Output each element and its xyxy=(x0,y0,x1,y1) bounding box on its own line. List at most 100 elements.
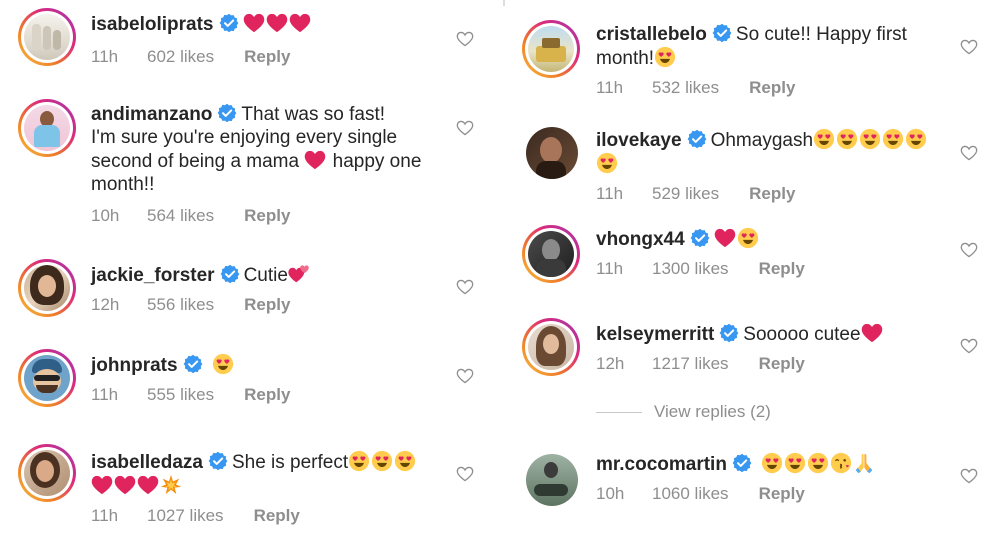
divider-line xyxy=(596,412,642,414)
like-count[interactable]: 602 likes xyxy=(147,47,214,67)
comment-text: So cute!! Happy first xyxy=(735,24,907,45)
verified-badge-icon xyxy=(712,23,732,43)
username[interactable]: vhongx44 xyxy=(596,229,685,250)
verified-badge-icon xyxy=(183,354,203,374)
heart-eyes-emoji-icon xyxy=(761,452,783,474)
like-heart-icon[interactable] xyxy=(960,468,978,484)
red-heart-icon xyxy=(114,474,136,496)
verified-badge-icon xyxy=(217,103,237,123)
comment-time: 11h xyxy=(596,78,624,97)
red-heart-icon xyxy=(91,474,113,496)
reply-button[interactable]: Reply xyxy=(759,354,805,374)
heart-eyes-emoji-icon xyxy=(212,353,234,375)
red-heart-icon xyxy=(714,227,736,249)
verified-badge-icon xyxy=(219,13,239,33)
avatar[interactable] xyxy=(522,20,580,78)
heart-eyes-emoji-icon xyxy=(859,128,881,150)
like-count[interactable]: 532 likes xyxy=(652,78,719,98)
username[interactable]: ilovekaye xyxy=(596,130,682,151)
verified-badge-icon xyxy=(732,453,752,473)
like-heart-icon[interactable] xyxy=(456,120,474,136)
comment-time: 11h xyxy=(91,506,119,525)
pray-hands-icon xyxy=(853,452,875,474)
comment-time: 12h xyxy=(596,354,625,373)
comment-text: She is perfect xyxy=(231,452,349,473)
like-heart-icon[interactable] xyxy=(960,338,978,354)
avatar[interactable] xyxy=(18,8,76,66)
like-heart-icon[interactable] xyxy=(456,466,474,482)
two-hearts-icon xyxy=(288,263,310,285)
like-count[interactable]: 556 likes xyxy=(147,295,214,315)
like-heart-icon[interactable] xyxy=(960,145,978,161)
kiss-emoji-icon xyxy=(830,452,852,474)
comment-time: 11h xyxy=(91,385,119,404)
username[interactable]: jackie_forster xyxy=(91,265,215,286)
like-count[interactable]: 564 likes xyxy=(147,206,214,226)
comment-time: 10h xyxy=(91,206,120,225)
username[interactable]: mr.cocomartin xyxy=(596,454,727,475)
username[interactable]: johnprats xyxy=(91,355,178,376)
like-count[interactable]: 1217 likes xyxy=(652,354,729,374)
red-heart-icon xyxy=(137,474,159,496)
reply-button[interactable]: Reply xyxy=(244,385,290,405)
username[interactable]: kelseymerritt xyxy=(596,324,714,345)
red-heart-icon xyxy=(289,12,311,34)
avatar[interactable] xyxy=(18,444,76,502)
red-heart-icon xyxy=(304,149,326,171)
like-count[interactable]: 1027 likes xyxy=(147,506,224,526)
avatar[interactable] xyxy=(526,127,578,179)
comment-time: 11h xyxy=(596,259,624,278)
reply-button[interactable]: Reply xyxy=(759,484,805,504)
heart-eyes-emoji-icon xyxy=(348,450,370,472)
comment-time: 11h xyxy=(91,47,119,66)
comment-time: 12h xyxy=(91,295,120,314)
column-divider xyxy=(503,0,505,6)
reply-button[interactable]: Reply xyxy=(244,47,290,67)
comment-text: Ohmaygash xyxy=(710,130,814,151)
like-heart-icon[interactable] xyxy=(456,279,474,295)
reply-button[interactable]: Reply xyxy=(244,206,290,226)
like-heart-icon[interactable] xyxy=(456,368,474,384)
comment-text: month!! xyxy=(91,174,155,195)
reply-button[interactable]: Reply xyxy=(244,295,290,315)
username[interactable]: cristallebelo xyxy=(596,24,707,45)
verified-badge-icon xyxy=(719,323,739,343)
avatar[interactable] xyxy=(18,259,76,317)
like-heart-icon[interactable] xyxy=(960,39,978,55)
like-heart-icon[interactable] xyxy=(960,242,978,258)
comment-time: 11h xyxy=(596,184,624,203)
verified-badge-icon xyxy=(220,264,240,284)
like-count[interactable]: 1300 likes xyxy=(652,259,729,279)
reply-button[interactable]: Reply xyxy=(749,184,795,204)
heart-eyes-emoji-icon xyxy=(654,46,676,68)
heart-eyes-emoji-icon xyxy=(394,450,416,472)
username[interactable]: andimanzano xyxy=(91,104,212,125)
heart-eyes-emoji-icon xyxy=(882,128,904,150)
username[interactable]: isabelledaza xyxy=(91,452,203,473)
username[interactable]: isabeloliprats xyxy=(91,14,214,35)
red-heart-icon xyxy=(243,12,265,34)
heart-eyes-emoji-icon xyxy=(807,452,829,474)
avatar[interactable] xyxy=(18,349,76,407)
heart-eyes-emoji-icon xyxy=(371,450,393,472)
like-heart-icon[interactable] xyxy=(456,31,474,47)
reply-button[interactable]: Reply xyxy=(254,506,300,526)
reply-button[interactable]: Reply xyxy=(759,259,805,279)
avatar[interactable] xyxy=(526,454,578,506)
like-count[interactable]: 555 likes xyxy=(147,385,214,405)
avatar[interactable] xyxy=(18,99,76,157)
comment-text: Sooooo cutee xyxy=(743,324,861,345)
heart-eyes-emoji-icon xyxy=(596,152,618,174)
verified-badge-icon xyxy=(690,228,710,248)
reply-button[interactable]: Reply xyxy=(749,78,795,98)
avatar[interactable] xyxy=(522,225,580,283)
heart-eyes-emoji-icon xyxy=(813,128,835,150)
heart-eyes-emoji-icon xyxy=(836,128,858,150)
view-replies-button[interactable]: View replies (2) xyxy=(596,402,771,422)
like-count[interactable]: 529 likes xyxy=(652,184,719,204)
heart-eyes-emoji-icon xyxy=(784,452,806,474)
comment-text: That was so fast! xyxy=(241,104,386,125)
comment-text: I'm sure you're enjoying every single xyxy=(91,127,398,148)
like-count[interactable]: 1060 likes xyxy=(652,484,729,504)
avatar[interactable] xyxy=(522,318,580,376)
